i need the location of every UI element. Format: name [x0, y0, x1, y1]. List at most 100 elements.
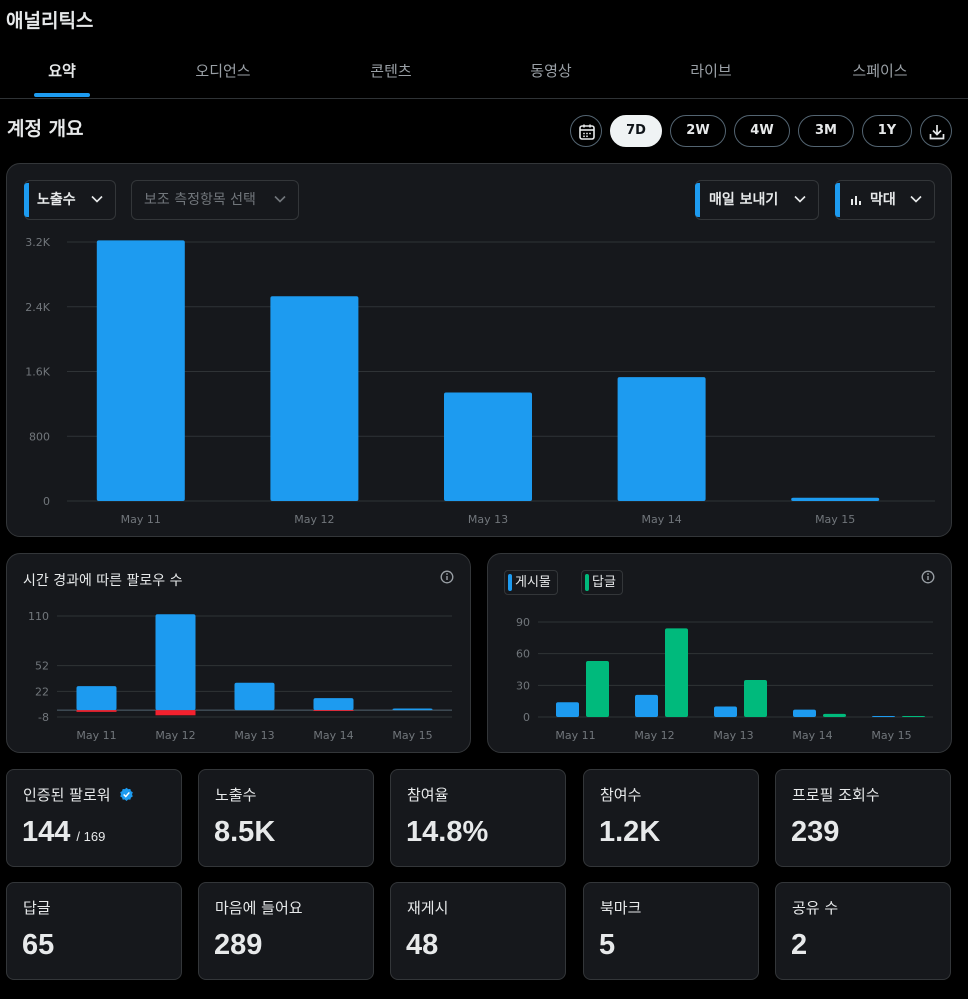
metric-value: 144 — [22, 816, 71, 848]
x-tick-label: May 14 — [641, 513, 681, 526]
tab-video[interactable]: 동영상 — [476, 48, 626, 98]
y-tick-label: 110 — [28, 610, 49, 623]
calendar-icon — [579, 124, 595, 140]
bar — [444, 392, 532, 501]
metric-label: 참여율 — [407, 786, 449, 804]
metric-label: 북마크 — [600, 899, 642, 917]
metric-value: 1.2K — [599, 816, 661, 848]
x-tick-label: May 15 — [815, 513, 855, 526]
bar-follows — [313, 698, 354, 711]
bar-unfollows — [76, 710, 117, 712]
bar — [617, 377, 706, 501]
metric-card-impressions[interactable]: 노출수 8.5K — [198, 769, 374, 867]
bar-posts — [635, 694, 658, 717]
range-selector: 7D 2W 4W 3M 1Y — [0, 115, 968, 149]
x-tick-label: May 14 — [313, 729, 353, 742]
bar — [270, 296, 359, 501]
range-2w-button[interactable]: 2W — [670, 115, 726, 147]
bar-posts — [872, 715, 895, 717]
x-tick-label: May 13 — [713, 729, 753, 742]
metric-label: 공유 수 — [792, 899, 839, 917]
x-tick-label: May 15 — [392, 729, 432, 742]
metric-value: 65 — [22, 929, 55, 961]
metric-label: 재게시 — [407, 899, 449, 917]
metric-value: 48 — [406, 929, 439, 961]
x-tick-label: May 12 — [155, 729, 195, 742]
bar-follows — [155, 614, 196, 711]
tab-spaces[interactable]: 스페이스 — [805, 48, 955, 98]
bar-follows — [234, 682, 275, 711]
metric-label: 프로필 조회수 — [792, 786, 880, 804]
bar — [791, 497, 880, 501]
metric-card-likes[interactable]: 마음에 들어요 289 — [198, 882, 374, 980]
bar — [96, 240, 185, 501]
bar-unfollows — [155, 710, 196, 716]
metric-label: 참여수 — [600, 786, 642, 804]
y-tick-label: 0 — [523, 711, 530, 724]
tab-content[interactable]: 콘텐츠 — [316, 48, 466, 98]
impressions-bar-chart: 0 800 1.6K 2.4K 3.2K May 11 May 12 May 13 May 14… — [25, 236, 935, 526]
range-3m-button[interactable]: 3M — [798, 115, 854, 147]
bar-posts — [714, 706, 737, 717]
x-tick-label: May 12 — [294, 513, 334, 526]
y-tick-label: 1.6K — [25, 366, 50, 379]
calendar-button[interactable] — [570, 115, 602, 147]
y-tick-label: 90 — [516, 616, 530, 629]
metric-label: 노출수 — [215, 786, 257, 804]
x-tick-label: May 13 — [234, 729, 274, 742]
bar-follows — [76, 686, 117, 711]
metric-total: / 169 — [76, 829, 106, 844]
metric-card-bookmarks[interactable]: 북마크 5 — [583, 882, 759, 980]
bar-follows — [392, 708, 433, 711]
tab-live[interactable]: 라이브 — [636, 48, 786, 98]
y-tick-label: 2.4K — [25, 301, 50, 314]
metric-card-engagements[interactable]: 참여수 1.2K — [583, 769, 759, 867]
active-tab-indicator — [34, 93, 90, 97]
range-1y-button[interactable]: 1Y — [862, 115, 912, 147]
metric-value: 2 — [791, 929, 808, 961]
metric-card-reposts[interactable]: 재게시 48 — [390, 882, 566, 980]
metric-card-engagement-rate[interactable]: 참여율 14.8% — [390, 769, 566, 867]
posts-chart-panel: 게시물 답글 0 30 60 90 May 11 May 12 May 13 May 14 Ma… — [487, 553, 952, 753]
range-7d-button[interactable]: 7D — [610, 115, 662, 147]
impressions-chart-panel: 노출수 보조 측정항목 선택 매일 보내기 막대 0 800 1.6K 2.4K 3.2… — [6, 163, 952, 537]
metric-card-profile-visits[interactable]: 프로필 조회수 239 — [775, 769, 951, 867]
bar-replies — [586, 661, 609, 717]
y-tick-label: 800 — [29, 430, 50, 443]
tab-summary[interactable]: 요약 — [0, 48, 137, 98]
y-tick-label: 0 — [43, 495, 50, 508]
range-4w-button[interactable]: 4W — [734, 115, 790, 147]
followers-bar-chart: -8 22 52 110 May 11 May 12 May 13 May 14 May 15 — [28, 610, 452, 742]
x-tick-label: May 11 — [121, 513, 161, 526]
x-tick-label: May 12 — [634, 729, 674, 742]
metric-label-wrap: 인증된 팔로워 — [23, 784, 134, 805]
x-tick-label: May 11 — [76, 729, 116, 742]
metric-card-verified-followers[interactable]: 인증된 팔로워 144 / 169 — [6, 769, 182, 867]
bar-replies — [902, 715, 925, 717]
metric-value: 8.5K — [214, 816, 276, 848]
metric-label: 답글 — [23, 899, 51, 917]
bar-replies — [744, 680, 767, 717]
bar-posts — [556, 702, 579, 717]
x-tick-label: May 15 — [871, 729, 911, 742]
posts-replies-bar-chart: 0 30 60 90 May 11 May 12 May 13 May 14 May 15 — [516, 616, 933, 742]
analytics-tabs: 요약 오디언스 콘텐츠 동영상 라이브 스페이스 — [0, 48, 968, 99]
x-tick-label: May 11 — [555, 729, 595, 742]
verified-badge-icon — [120, 787, 134, 801]
metric-label: 인증된 팔로워 — [23, 786, 111, 804]
metric-value: 289 — [214, 929, 263, 961]
metric-value: 239 — [791, 816, 840, 848]
download-button[interactable] — [920, 115, 952, 147]
metric-card-shares[interactable]: 공유 수 2 — [775, 882, 951, 980]
tab-audience[interactable]: 오디언스 — [148, 48, 298, 98]
y-tick-label: 30 — [516, 679, 530, 692]
x-tick-label: May 13 — [468, 513, 508, 526]
y-tick-label: 60 — [516, 648, 530, 661]
metric-value: 5 — [599, 929, 616, 961]
metric-card-replies[interactable]: 답글 65 — [6, 882, 182, 980]
y-tick-label: 52 — [35, 660, 49, 673]
metric-value: 14.8% — [406, 816, 489, 848]
app-title: 애널리틱스 — [6, 10, 94, 32]
y-tick-label: 22 — [35, 685, 49, 698]
metric-value-wrap: 144 / 169 — [22, 816, 105, 849]
